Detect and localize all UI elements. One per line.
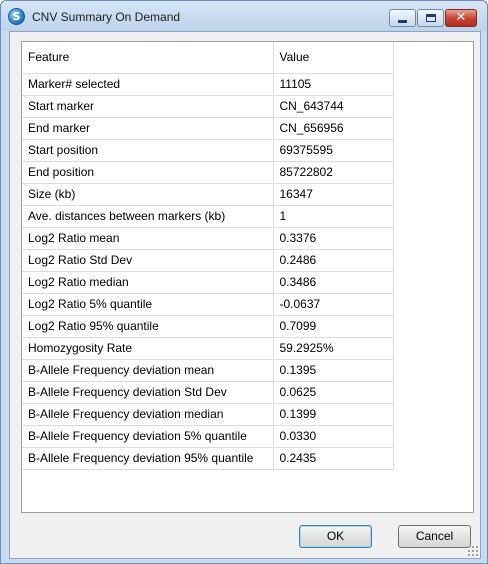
table-row[interactable]: Log2 Ratio 95% quantile 0.7099 (22, 315, 394, 338)
value-cell[interactable]: CN_656956 (273, 117, 394, 140)
value-cell[interactable]: 0.2486 (273, 249, 394, 272)
table-row[interactable]: Log2 Ratio mean 0.3376 (22, 227, 394, 250)
table-row[interactable]: Log2 Ratio Std Dev 0.2486 (22, 249, 394, 272)
value-cell[interactable]: CN_643744 (273, 95, 394, 118)
feature-cell[interactable]: B-Allele Frequency deviation mean (22, 359, 274, 382)
table-row[interactable]: Ave. distances between markers (kb) 1 (22, 205, 394, 228)
feature-cell[interactable]: End marker (22, 117, 274, 140)
cancel-button[interactable]: Cancel (398, 525, 471, 548)
column-header-value[interactable]: Value (273, 42, 394, 74)
value-cell[interactable]: 0.2435 (273, 447, 394, 470)
close-button[interactable]: ✕ (445, 9, 477, 27)
window-title: CNV Summary On Demand (32, 10, 181, 24)
feature-cell[interactable]: Start marker (22, 95, 274, 118)
close-icon: ✕ (455, 10, 467, 25)
table-row[interactable]: Homozygosity Rate 59.2925% (22, 337, 394, 360)
feature-cell[interactable]: Log2 Ratio mean (22, 227, 274, 250)
feature-cell[interactable]: B-Allele Frequency deviation median (22, 403, 274, 426)
minimize-button[interactable] (389, 9, 416, 27)
value-cell[interactable]: 0.1399 (273, 403, 394, 426)
feature-cell[interactable]: Log2 Ratio median (22, 271, 274, 294)
table-row[interactable]: Marker# selected 11105 (22, 73, 394, 96)
table-row[interactable]: Log2 Ratio median 0.3486 (22, 271, 394, 294)
value-cell[interactable]: 1 (273, 205, 394, 228)
maximize-icon (426, 14, 436, 22)
table-row[interactable]: B-Allele Frequency deviation 5% quantile… (22, 425, 394, 448)
value-cell[interactable]: 59.2925% (273, 337, 394, 360)
column-header-feature[interactable]: Feature (22, 42, 274, 74)
feature-cell[interactable]: Ave. distances between markers (kb) (22, 205, 274, 228)
table-row[interactable]: B-Allele Frequency deviation 95% quantil… (22, 447, 394, 470)
table-row[interactable]: Size (kb) 16347 (22, 183, 394, 206)
feature-cell[interactable]: Log2 Ratio 95% quantile (22, 315, 274, 338)
feature-cell[interactable]: End position (22, 161, 274, 184)
value-cell[interactable]: 0.1395 (273, 359, 394, 382)
table-row[interactable]: B-Allele Frequency deviation mean 0.1395 (22, 359, 394, 382)
value-cell[interactable]: 0.3486 (273, 271, 394, 294)
app-logo-icon: S (8, 8, 25, 25)
value-cell[interactable]: 16347 (273, 183, 394, 206)
value-cell[interactable]: 0.3376 (273, 227, 394, 250)
minimize-icon (398, 20, 407, 23)
feature-cell[interactable]: Homozygosity Rate (22, 337, 274, 360)
table-row[interactable]: End position 85722802 (22, 161, 394, 184)
summary-table: Feature Value Marker# selected 11105 Star… (22, 42, 394, 470)
value-cell[interactable]: -0.0637 (273, 293, 394, 316)
feature-cell[interactable]: B-Allele Frequency deviation 5% quantile (22, 425, 274, 448)
value-cell[interactable]: 85722802 (273, 161, 394, 184)
value-cell[interactable]: 0.0330 (273, 425, 394, 448)
value-cell[interactable]: 69375595 (273, 139, 394, 162)
table-row[interactable]: Start marker CN_643744 (22, 95, 394, 118)
feature-cell[interactable]: Log2 Ratio Std Dev (22, 249, 274, 272)
dialog-client-area: Feature Value Marker# selected 11105 Star… (9, 31, 481, 559)
feature-cell[interactable]: Marker# selected (22, 73, 274, 96)
dialog-window: S CNV Summary On Demand ✕ Feature Value … (0, 0, 488, 564)
value-cell[interactable]: 11105 (273, 73, 394, 96)
ok-button[interactable]: OK (299, 525, 372, 548)
summary-grid[interactable]: Feature Value Marker# selected 11105 Star… (21, 41, 474, 513)
value-cell[interactable]: 0.7099 (273, 315, 394, 338)
feature-cell[interactable]: B-Allele Frequency deviation Std Dev (22, 381, 274, 404)
table-row[interactable]: Start position 69375595 (22, 139, 394, 162)
feature-cell[interactable]: B-Allele Frequency deviation 95% quantil… (22, 447, 274, 470)
table-row[interactable]: End marker CN_656956 (22, 117, 394, 140)
feature-cell[interactable]: Size (kb) (22, 183, 274, 206)
feature-cell[interactable]: Log2 Ratio 5% quantile (22, 293, 274, 316)
table-row[interactable]: Log2 Ratio 5% quantile -0.0637 (22, 293, 394, 316)
title-bar[interactable]: S CNV Summary On Demand ✕ (1, 1, 487, 31)
table-header-row: Feature Value (22, 42, 394, 74)
table-row[interactable]: B-Allele Frequency deviation Std Dev 0.06… (22, 381, 394, 404)
value-cell[interactable]: 0.0625 (273, 381, 394, 404)
feature-cell[interactable]: Start position (22, 139, 274, 162)
maximize-button[interactable] (417, 9, 444, 27)
resize-grip-icon[interactable] (467, 545, 478, 556)
table-row[interactable]: B-Allele Frequency deviation median 0.139… (22, 403, 394, 426)
